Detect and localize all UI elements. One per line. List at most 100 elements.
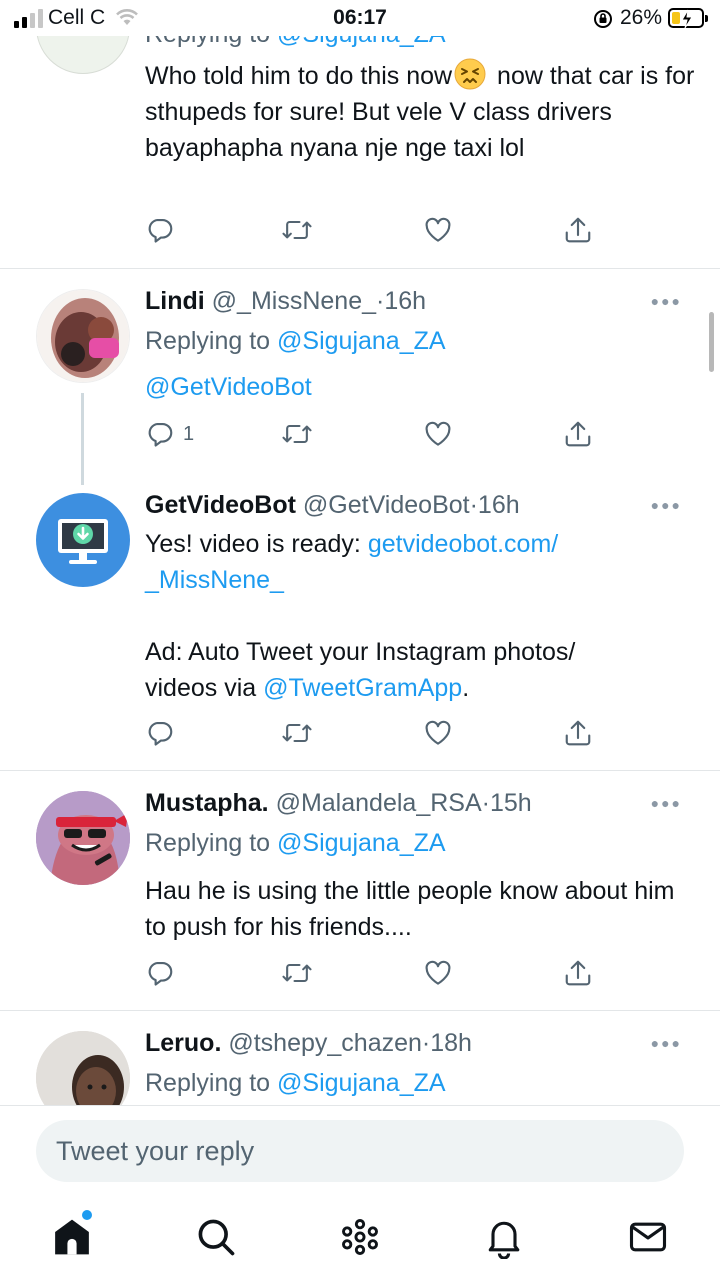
tweet-time: 16h	[477, 491, 520, 519]
reply-count: 1	[183, 422, 195, 445]
reply-icon	[148, 422, 173, 447]
like-button[interactable]	[423, 953, 453, 993]
heart-icon	[425, 720, 451, 745]
status-bar: Cell C 06:17 26%	[0, 0, 720, 36]
avatar[interactable]	[36, 493, 130, 587]
author-name[interactable]: Lindi	[145, 287, 205, 315]
thread-line	[81, 393, 84, 485]
battery-percentage: 26%	[620, 6, 663, 29]
new-content-indicator	[82, 1210, 92, 1220]
reply-composer-bar: Tweet your reply	[0, 1105, 720, 1187]
heart-icon	[425, 960, 451, 985]
spaces-icon	[342, 1219, 378, 1255]
share-button[interactable]	[563, 210, 593, 250]
retweet-icon	[282, 723, 312, 743]
reply-icon	[148, 961, 173, 986]
share-button[interactable]	[563, 713, 593, 753]
tweet-item[interactable]: NEVER EXIST Replying to @Sigujana_ZA Who…	[0, 0, 720, 268]
retweet-icon	[282, 424, 312, 444]
replying-to: Replying to @Sigujana_ZA	[145, 829, 446, 857]
mention-link[interactable]: @GetVideoBot	[145, 373, 312, 401]
tab-notifications[interactable]	[482, 1215, 526, 1260]
author-handle[interactable]: @GetVideoBot	[303, 491, 470, 519]
tweet-text: @GetVideoBot	[145, 369, 695, 405]
tweet-header: GetVideoBot @GetVideoBot·16h	[145, 491, 520, 519]
tweet-actions	[145, 210, 615, 250]
reply-button[interactable]	[145, 713, 183, 753]
tweet-item[interactable]: Mustapha. @Malandela_RSA·15h ●●● Replyin…	[0, 771, 720, 1010]
retweet-icon	[282, 220, 312, 240]
like-button[interactable]	[423, 210, 453, 250]
tweet-header: Lindi @_MissNene_·16h	[145, 287, 427, 315]
reply-mention-link[interactable]: @Sigujana_ZA	[277, 327, 446, 355]
like-button[interactable]	[423, 414, 453, 454]
home-icon	[55, 1219, 89, 1255]
tab-spaces[interactable]	[338, 1215, 382, 1259]
more-options-icon[interactable]: ●●●	[651, 293, 682, 309]
share-icon	[565, 421, 591, 447]
retweet-button[interactable]	[281, 713, 313, 753]
tweet-header: Mustapha. @Malandela_RSA·15h	[145, 789, 532, 817]
author-handle[interactable]: @tshepy_chazen	[228, 1029, 422, 1057]
author-name[interactable]: GetVideoBot	[145, 491, 296, 519]
tab-home[interactable]	[50, 1215, 94, 1259]
author-handle[interactable]: @Malandela_RSA	[276, 789, 482, 817]
notifications-icon	[488, 1221, 520, 1260]
reply-icon	[148, 218, 173, 243]
tweet-time: 15h	[489, 789, 532, 817]
avatar[interactable]	[36, 1031, 130, 1105]
tweet-time: 18h	[430, 1029, 472, 1057]
scrollbar[interactable]	[709, 312, 714, 372]
tweet-ad-text: Ad: Auto Tweet your Instagram photos/ vi…	[145, 638, 576, 702]
share-icon	[565, 217, 591, 243]
tweet-item[interactable]: GetVideoBot @GetVideoBot·16h ●●● Yes! vi…	[0, 479, 720, 770]
retweet-button[interactable]	[281, 414, 313, 454]
retweet-button[interactable]	[281, 953, 313, 993]
tweet-reply-input[interactable]: Tweet your reply	[36, 1120, 684, 1182]
author-name[interactable]: Leruo.	[145, 1029, 221, 1057]
avatar[interactable]	[36, 791, 130, 885]
tweet-actions	[145, 713, 615, 753]
reply-button[interactable]: 1	[145, 414, 194, 454]
tweet-text: Who told him to do this now now that car…	[145, 58, 695, 166]
share-icon	[565, 720, 591, 746]
tweet-actions	[145, 953, 615, 993]
bottom-tab-bar	[0, 1187, 720, 1280]
tweet-text: Hau he is using the little people know a…	[145, 877, 675, 941]
tweet-item[interactable]: Lindi @_MissNene_·16h ●●● Replying to @S…	[0, 269, 720, 485]
retweet-icon	[282, 963, 312, 983]
tweet-time: 16h	[384, 287, 427, 315]
replies-feed[interactable]: NEVER EXIST Replying to @Sigujana_ZA Who…	[0, 0, 720, 1105]
author-name[interactable]: Mustapha.	[145, 789, 269, 817]
reply-mention-link[interactable]: @Sigujana_ZA	[277, 1069, 446, 1097]
reply-icon	[148, 721, 173, 746]
more-options-icon[interactable]: ●●●	[651, 1035, 682, 1051]
replying-to: Replying to @Sigujana_ZA	[145, 327, 446, 355]
reply-mention-link[interactable]: @Sigujana_ZA	[277, 829, 446, 857]
search-icon	[198, 1219, 235, 1256]
heart-icon	[425, 421, 451, 446]
replying-to: Replying to @Sigujana_ZA	[145, 1069, 446, 1097]
retweet-button[interactable]	[281, 210, 313, 250]
more-options-icon[interactable]: ●●●	[651, 497, 682, 513]
orientation-lock-icon	[592, 9, 614, 34]
like-button[interactable]	[423, 713, 453, 753]
more-options-icon[interactable]: ●●●	[651, 795, 682, 811]
share-button[interactable]	[563, 414, 593, 454]
tab-messages[interactable]	[626, 1215, 670, 1259]
persevering-face-icon	[454, 58, 486, 90]
messages-icon	[629, 1222, 667, 1252]
tweet-header: Leruo. @tshepy_chazen·18h	[145, 1029, 472, 1057]
battery-icon	[668, 8, 708, 29]
tweet-item[interactable]: Leruo. @tshepy_chazen·18h ●●● Replying t…	[0, 1011, 720, 1105]
share-icon	[565, 960, 591, 986]
heart-icon	[425, 217, 451, 242]
tab-search[interactable]	[194, 1215, 238, 1259]
tweet-actions: 1	[145, 414, 615, 454]
reply-button[interactable]	[145, 953, 183, 993]
avatar[interactable]	[36, 289, 130, 383]
share-button[interactable]	[563, 953, 593, 993]
mention-link[interactable]: @TweetGramApp	[263, 674, 462, 702]
author-handle[interactable]: @_MissNene_	[212, 287, 376, 315]
reply-button[interactable]	[145, 210, 183, 250]
